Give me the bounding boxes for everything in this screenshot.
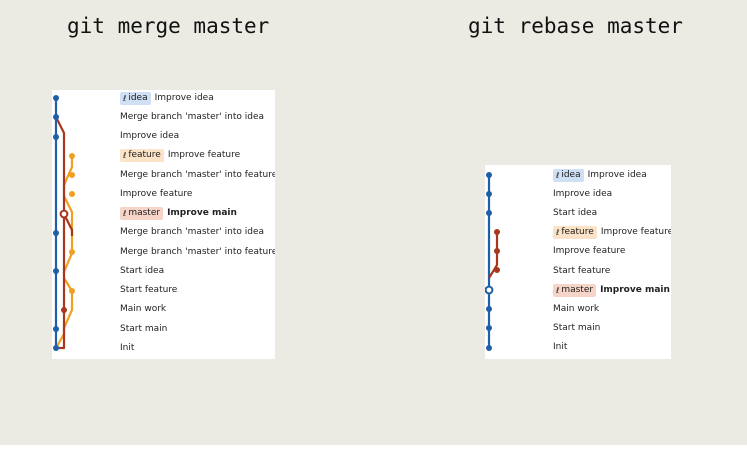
commit-row[interactable]: ℓ master Improve main (553, 281, 670, 300)
commit-dot (486, 325, 492, 331)
git-branch-icon: ℓ (556, 285, 560, 295)
merge-graph-lanes (53, 95, 75, 351)
commit-dot (69, 191, 75, 197)
commit-row[interactable]: Improve idea (553, 185, 612, 204)
branch-badge-label: master (128, 208, 161, 218)
commit-row[interactable]: Improve idea (120, 127, 179, 146)
commit-row[interactable]: Init (553, 338, 567, 357)
commit-dot (494, 267, 500, 273)
commit-message: Merge branch 'master' into idea (120, 111, 265, 122)
commit-dot (486, 306, 492, 312)
commit-row[interactable]: ℓ feature Improve feature (120, 146, 240, 165)
commit-row[interactable]: ℓ idea Improve idea (120, 90, 214, 108)
branch-badge-label: feature (561, 227, 594, 238)
commit-message: Improve idea (553, 188, 613, 199)
commit-row[interactable]: Start idea (120, 262, 164, 281)
commit-message: Improve idea (587, 169, 647, 180)
commit-dot (53, 326, 59, 332)
git-branch-icon: ℓ (123, 151, 127, 161)
commit-row[interactable]: Improve feature (120, 185, 192, 204)
commit-row[interactable]: Merge branch 'master' into idea (120, 223, 264, 242)
commit-dot (486, 172, 492, 178)
branch-badge-feature[interactable]: ℓ feature (553, 226, 597, 240)
commit-message: Improve feature (600, 227, 671, 238)
commit-message: Init (553, 342, 568, 353)
commit-message: Improve idea (120, 131, 180, 141)
commit-message: Start idea (120, 265, 165, 276)
commit-dot (69, 288, 75, 294)
rebase-title: git rebase master (468, 14, 683, 38)
branch-badge-master[interactable]: ℓ master (553, 283, 597, 297)
commit-message: Improve feature (120, 188, 193, 199)
commit-dot (53, 114, 59, 120)
commit-dot (486, 210, 492, 216)
git-branch-icon: ℓ (556, 170, 560, 180)
git-branch-icon: ℓ (123, 93, 127, 103)
branch-badge-label: idea (128, 92, 148, 103)
commit-message: Merge branch 'master' into idea (120, 227, 265, 238)
commit-dot (53, 230, 59, 236)
git-branch-icon: ℓ (556, 228, 560, 238)
branch-badge-label: feature (128, 150, 161, 161)
commit-dot (69, 172, 75, 178)
commit-message: Start main (553, 323, 601, 334)
commit-message: Start main (120, 323, 168, 334)
commit-dot (53, 345, 59, 351)
diagram-canvas: git merge master git rebase master ℓ ide… (0, 0, 747, 445)
commit-row[interactable]: Main work (120, 300, 166, 319)
commit-dot (53, 134, 59, 140)
commit-message: Start idea (553, 207, 598, 218)
git-branch-icon: ℓ (123, 209, 127, 218)
commit-message: Improve feature (553, 246, 626, 257)
commit-row[interactable]: Merge branch 'master' into idea (120, 108, 264, 127)
commit-message: Improve idea (154, 92, 214, 103)
commit-message: Main work (120, 304, 167, 315)
commit-message: Merge branch 'master' into feature (120, 169, 275, 180)
commit-message: Start feature (553, 265, 611, 276)
commit-dot (486, 345, 492, 351)
branch-badge-feature[interactable]: ℓ feature (120, 149, 164, 163)
commit-message: Merge branch 'master' into feature (120, 246, 275, 257)
rebase-graph-lanes (485, 172, 500, 351)
commit-message: Improve feature (167, 150, 241, 161)
commit-row[interactable]: Start feature (120, 281, 177, 300)
commit-row[interactable]: ℓ master Improve main (120, 204, 237, 223)
commit-dot (53, 95, 59, 101)
commit-row[interactable]: Improve feature (553, 242, 625, 261)
commit-message: Start feature (120, 285, 178, 295)
commit-row[interactable]: Start main (120, 320, 167, 339)
commit-dot (53, 268, 59, 274)
commit-row[interactable]: Merge branch 'master' into feature (120, 166, 275, 185)
commit-row[interactable]: Start feature (553, 262, 610, 281)
branch-badge-label: idea (561, 169, 581, 180)
commit-dot (486, 191, 492, 197)
rebase-commit-graph-panel: ℓ idea Improve idea Improve idea Start idea ℓ… (485, 165, 671, 359)
commit-message: Main work (553, 303, 600, 314)
merge-title: git merge master (67, 14, 270, 38)
merge-commit-graph-panel: ℓ idea Improve idea Merge branch 'master' i… (52, 90, 275, 359)
commit-row[interactable]: Main work (553, 300, 599, 319)
commit-dot (69, 249, 75, 255)
branch-badge-label: master (561, 284, 594, 295)
commit-row[interactable]: Merge branch 'master' into feature (120, 243, 275, 262)
head-commit-dot (485, 285, 494, 295)
commit-row[interactable]: Init (120, 339, 134, 358)
commit-message: Init (120, 342, 135, 353)
commit-row[interactable]: ℓ feature Improve feature (553, 223, 671, 242)
commit-row[interactable]: ℓ idea Improve idea (553, 166, 647, 185)
commit-message: Improve main (167, 208, 237, 218)
head-commit-dot (59, 209, 69, 219)
commit-dot (61, 307, 67, 313)
commit-dot (494, 229, 500, 235)
branch-badge-idea[interactable]: ℓ idea (120, 91, 151, 105)
commit-dot (494, 248, 500, 254)
branch-badge-idea[interactable]: ℓ idea (553, 168, 584, 182)
commit-row[interactable]: Start main (553, 319, 600, 338)
commit-dot (69, 153, 75, 159)
commit-message: Improve main (600, 284, 670, 295)
branch-badge-master[interactable]: ℓ master (120, 207, 164, 220)
commit-row[interactable]: Start idea (553, 204, 597, 223)
